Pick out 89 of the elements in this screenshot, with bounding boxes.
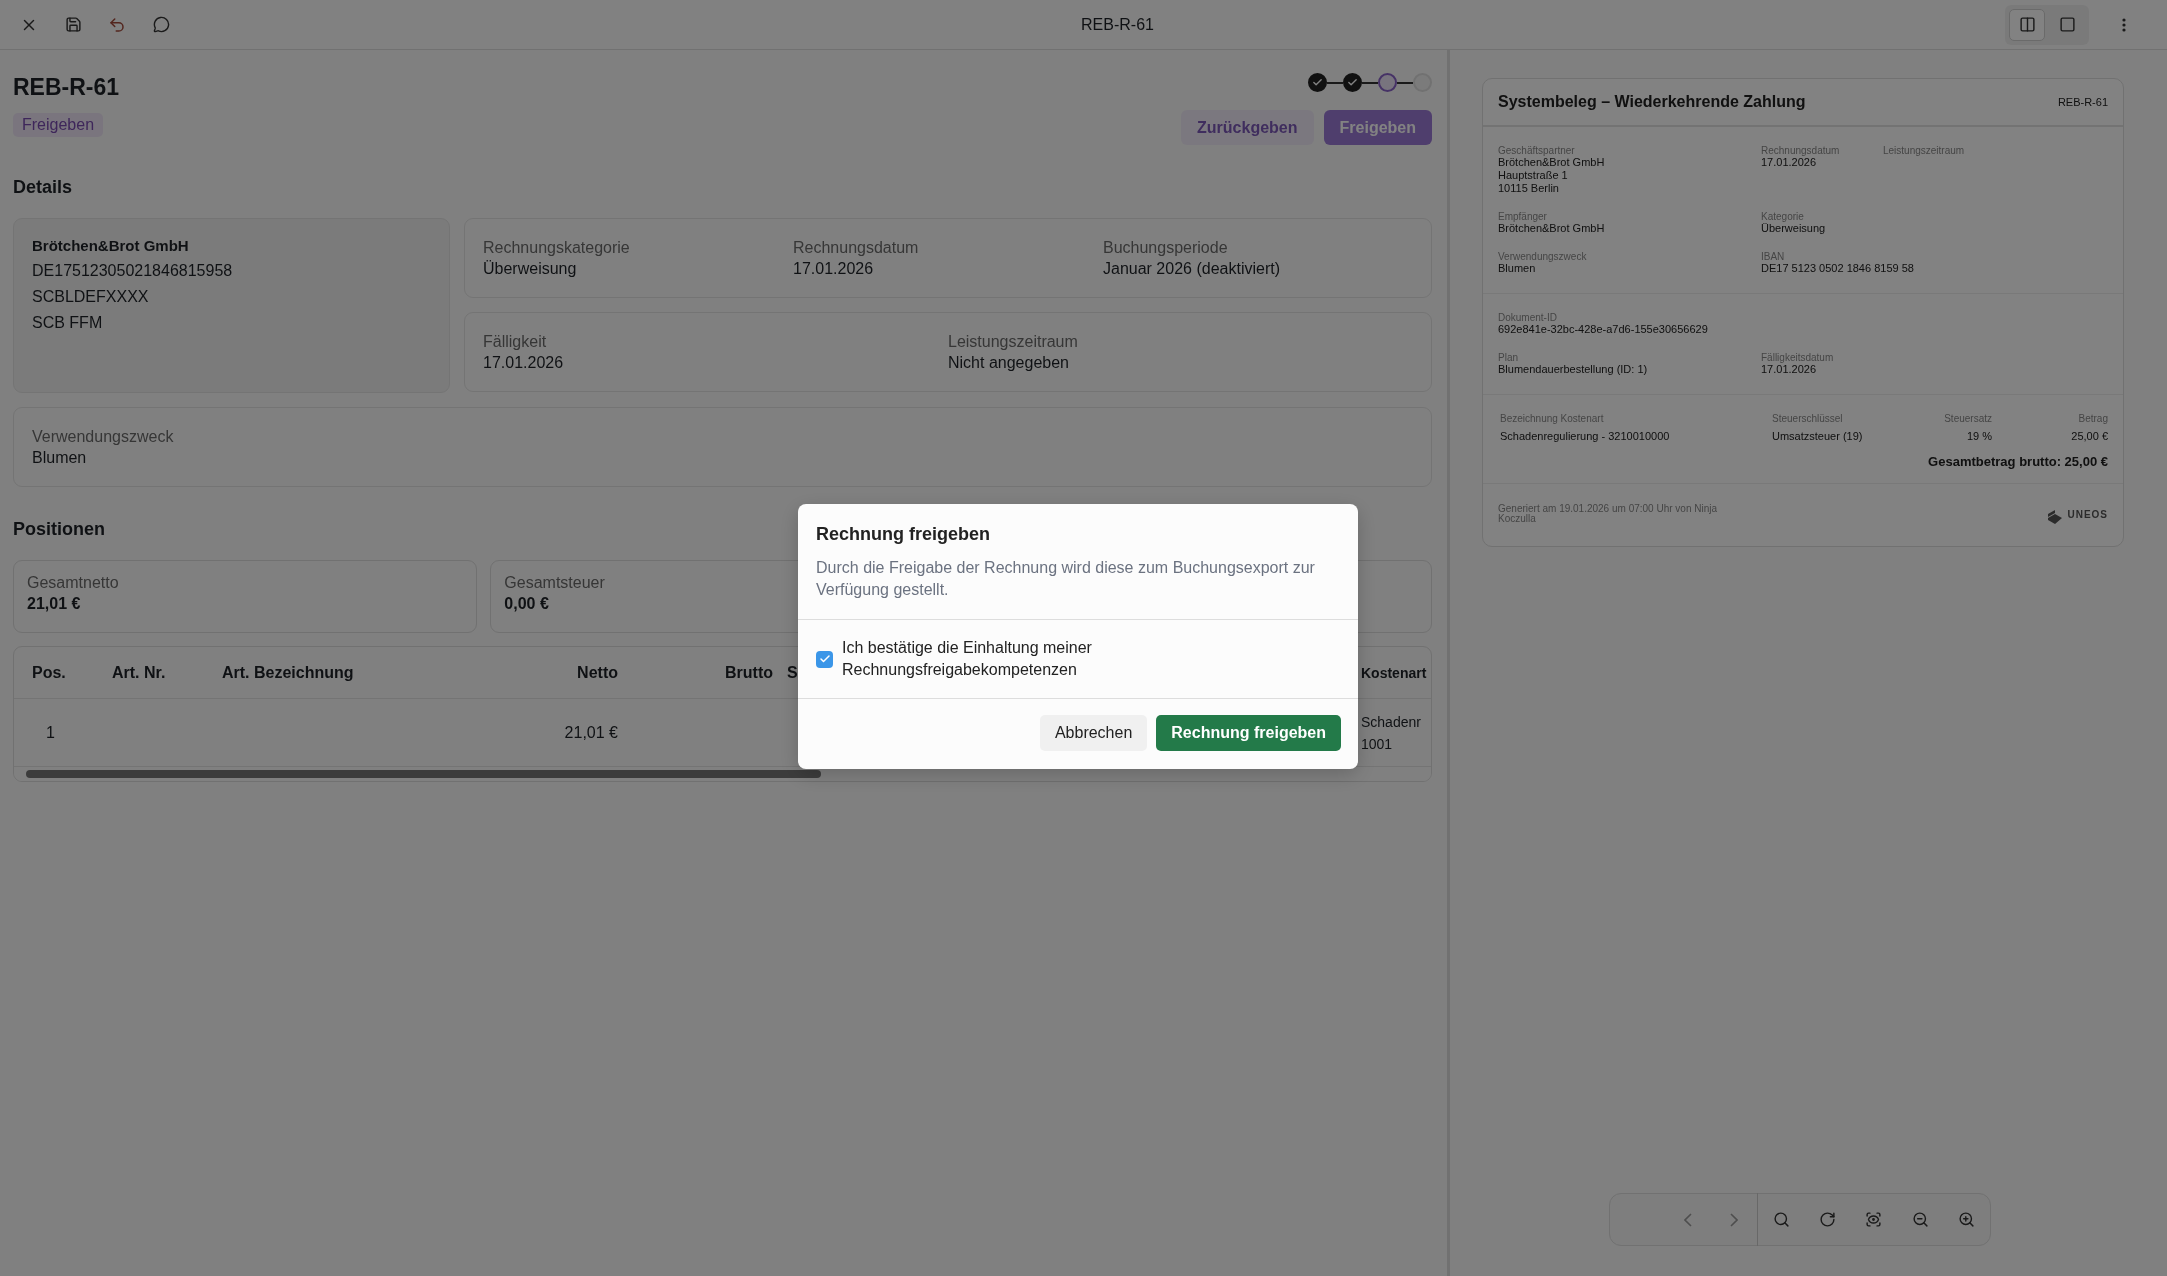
chevron-left-icon [1683,1212,1692,1227]
speech-bubble-icon [152,16,170,33]
square-icon [2058,16,2076,33]
document-cell-text: 19 % [1965,430,1992,442]
checkbox-label: Ich bestätige die Einhaltung meiner Rechnungsfreigabekompetenzen [842,638,1093,680]
column-header: Netto [576,663,619,682]
document-total: Gesamtbetrag brutto: 25,00 € [1927,454,2108,469]
document-label: Verwendungszweck [1498,251,1588,262]
document-label: Dokument-ID [1498,312,1558,323]
split-columns-icon [2018,16,2036,33]
return-button[interactable]: Zurückgeben [1181,110,1314,145]
document-value: Blumendauerbestellung (ID: 1) [1498,363,1648,376]
document-value: Brötchen&Brot GmbH [1498,156,1605,169]
focus-frame-icon [1865,1211,1883,1228]
zoom-in-icon [1957,1211,1975,1228]
document-value: 692e841e-32bc-428e-a7d6-155e30656629 [1498,323,1708,336]
document-title: Systembeleg – Wiederkehrende Zahlung [1498,93,1806,111]
zoom-out-icon [1911,1211,1929,1228]
cancel-button[interactable]: Abbrechen [1039,715,1148,751]
column-header: Art. Nr. [112,663,167,682]
chevron-right-icon [1729,1212,1738,1227]
document-value: 17.01.2026 [1761,363,1817,376]
checkmark-icon [818,653,831,665]
dialog-title: Rechnung freigeben [816,524,991,545]
document-column-header: Steuerschlüssel [1772,413,1844,424]
field-label: Rechnungskategorie [483,239,631,257]
rotate-icon [1819,1211,1836,1228]
table-cell-text: 1 [45,723,56,742]
document-value: Blumen [1498,262,1536,275]
field-label: Rechnungsdatum [793,239,920,257]
document-value: Hauptstraße 1 [1498,169,1568,182]
document-value: Brötchen&Brot GmbH [1498,222,1605,235]
column-header: Pos. [32,663,67,682]
total-value: 0,00 € [504,595,549,613]
field-label: Verwendungszweck [32,428,175,446]
column-header: Kostenart [1361,664,1428,681]
table-cell-text: 21,01 € [563,723,619,742]
partner-name: Brötchen&Brot GmbH [32,237,190,254]
field-label: Leistungszeitraum [948,333,1079,351]
partner-detail: SCBLDEFXXXX [32,288,150,306]
document-label: IBAN [1761,251,1786,262]
search-icon [1772,1211,1790,1228]
status-badge: Freigeben [13,113,104,137]
confirm-button[interactable]: Rechnung freigeben [1156,715,1341,751]
undo-icon [108,15,126,34]
column-header: S [787,663,799,682]
document-value: 17.01.2026 [1761,156,1817,169]
section-heading: Positionen [13,519,105,540]
dialog-description: Durch die Freigabe der Rechnung wird diese zum Buchungsexport zur Verfügung gestellt. [816,558,1316,600]
invoice-title: REB-R-61 [13,74,120,101]
document-column-header: Bezeichnung Kostenart [1500,413,1605,424]
document-column-header: Betrag [2077,413,2108,424]
document-label: Geschäftspartner [1498,145,1576,156]
document-label: Plan [1498,352,1519,363]
field-value: Blumen [32,449,88,467]
document-label: Leistungszeitraum [1883,145,1966,156]
document-cell-text: Schadenregulierung - 3210010000 [1500,430,1671,442]
window-title: REB-R-61 [1080,15,1155,34]
document-label: Kategorie [1761,211,1804,222]
field-value: 17.01.2026 [793,260,875,278]
total-value: 21,01 € [27,595,81,613]
partner-detail: SCB FFM [32,314,104,332]
document-label: Empfänger [1498,211,1548,222]
field-label: Buchungsperiode [1103,239,1229,257]
total-label: Gesamtnetto [27,574,119,592]
table-cell-text: Schadenr 1001 [1361,712,1422,754]
document-label: Rechnungsdatum [1761,145,1841,156]
document-cell-text: Umsatzsteuer (19) [1772,430,1864,442]
field-label: Fälligkeit [483,333,548,351]
column-header: Art. Bezeichnung [222,663,355,682]
section-heading: Details [13,177,73,198]
logo-text: UNEOS [2067,508,2108,520]
field-value: 17.01.2026 [483,354,565,372]
document-value: Überweisung [1761,222,1826,235]
document-number: REB-R-61 [2057,96,2108,108]
field-value: Januar 2026 (deaktiviert) [1103,260,1281,278]
document-value: DE17 5123 0502 1846 8159 58 [1761,262,1914,275]
field-value: Nicht angegeben [948,354,1070,372]
document-column-header: Steuersatz [1943,413,1992,424]
field-value: Überweisung [483,260,578,278]
more-icon [2122,17,2126,32]
total-label: Gesamtsteuer [504,574,605,592]
column-header: Brutto [724,663,774,682]
confirmation-checkbox[interactable] [816,650,833,668]
partner-detail: DE17512305021846815958 [32,262,234,280]
document-value: 10115 Berlin [1498,182,1559,195]
document-cell-text: 25,00 € [2070,430,2108,442]
split-view-button[interactable] [2009,8,2045,41]
document-label: Fälligkeitsdatum [1761,352,1835,363]
